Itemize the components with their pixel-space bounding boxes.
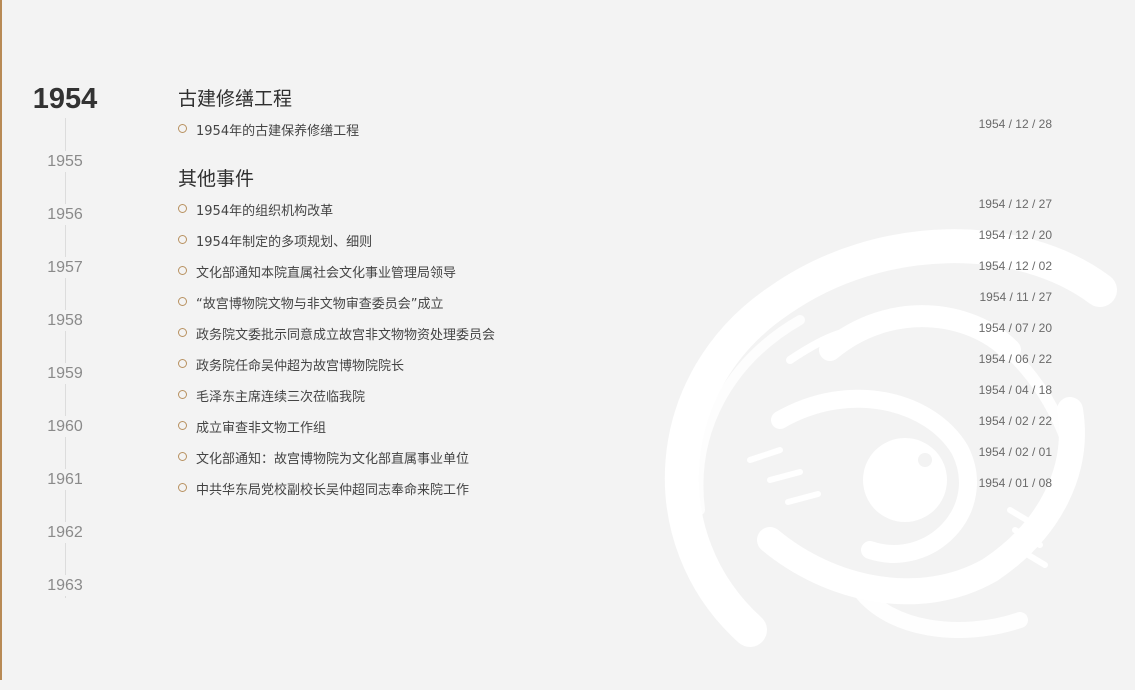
circle-bullet-icon [178,235,187,244]
circle-bullet-icon [178,328,187,337]
year-1961[interactable]: 1961 [0,469,130,490]
event-title[interactable]: “故宫博物院文物与非文物审查委员会”成立 [196,293,443,312]
event-item[interactable]: 政务院任命吴仲超为故宫博物院院长 1954 / 06 / 22 [178,352,1052,375]
event-title[interactable]: 1954年的古建保养修缮工程 [196,120,359,139]
event-date: 1954 / 04 / 18 [978,383,1052,397]
year-1956[interactable]: 1956 [0,204,130,225]
event-date: 1954 / 06 / 22 [978,352,1052,366]
circle-bullet-icon [178,359,187,368]
year-label: 1956 [43,204,87,225]
year-1960[interactable]: 1960 [0,416,130,437]
event-item[interactable]: 政务院文委批示同意成立故宫非文物物资处理委员会 1954 / 07 / 20 [178,321,1052,344]
year-1962[interactable]: 1962 [0,522,130,543]
year-label: 1958 [43,310,87,331]
event-item[interactable]: 1954年制定的多项规划、细则 1954 / 12 / 20 [178,228,1052,251]
event-item[interactable]: 成立审查非文物工作组 1954 / 02 / 22 [178,414,1052,437]
year-label: 1962 [43,522,87,543]
event-date: 1954 / 07 / 20 [978,321,1052,335]
year-1963[interactable]: 1963 [0,575,130,596]
event-item[interactable]: 中共华东局党校副校长吴仲超同志奉命来院工作 1954 / 01 / 08 [178,476,1052,499]
event-item[interactable]: 1954年的组织机构改革 1954 / 12 / 27 [178,197,1052,220]
event-item[interactable]: “故宫博物院文物与非文物审查委员会”成立 1954 / 11 / 27 [178,290,1052,313]
year-1955[interactable]: 1955 [0,151,130,172]
event-item[interactable]: 1954年的古建保养修缮工程 1954 / 12 / 28 [178,117,1052,140]
circle-bullet-icon [178,124,187,133]
circle-bullet-icon [178,204,187,213]
year-1957[interactable]: 1957 [0,257,130,278]
event-title[interactable]: 1954年制定的多项规划、细则 [196,231,372,250]
section-title-building-restoration: 古建修缮工程 [178,88,293,110]
event-date: 1954 / 11 / 27 [979,290,1052,304]
year-label: 1961 [43,469,87,490]
event-date: 1954 / 12 / 20 [978,228,1052,242]
event-item[interactable]: 文化部通知本院直属社会文化事业管理局领导 1954 / 12 / 02 [178,259,1052,282]
event-title[interactable]: 中共华东局党校副校长吴仲超同志奉命来院工作 [196,479,469,498]
circle-bullet-icon [178,390,187,399]
event-date: 1954 / 01 / 08 [978,476,1052,490]
year-label: 1963 [43,575,87,596]
event-item[interactable]: 文化部通知：故宫博物院为文化部直属事业单位 1954 / 02 / 01 [178,445,1052,468]
circle-bullet-icon [178,297,187,306]
event-date: 1954 / 12 / 02 [978,259,1052,273]
circle-bullet-icon [178,483,187,492]
event-item[interactable]: 毛泽东主席连续三次莅临我院 1954 / 04 / 18 [178,383,1052,406]
year-1958[interactable]: 1958 [0,310,130,331]
circle-bullet-icon [178,452,187,461]
year-label: 1957 [43,257,87,278]
event-date: 1954 / 02 / 01 [978,445,1052,459]
event-date: 1954 / 02 / 22 [978,414,1052,428]
event-title[interactable]: 1954年的组织机构改革 [196,200,333,219]
section-title-other-events: 其他事件 [178,168,255,190]
circle-bullet-icon [178,421,187,430]
circle-bullet-icon [178,266,187,275]
event-title[interactable]: 文化部通知本院直属社会文化事业管理局领导 [196,262,456,281]
event-title[interactable]: 成立审查非文物工作组 [196,417,326,436]
event-date: 1954 / 12 / 27 [978,197,1052,211]
year-1959[interactable]: 1959 [0,363,130,384]
event-date: 1954 / 12 / 28 [978,117,1052,131]
event-title[interactable]: 政务院任命吴仲超为故宫博物院院长 [196,355,404,374]
year-label: 1959 [43,363,87,384]
year-label: 1960 [43,416,87,437]
year-label: 1955 [43,151,87,172]
event-title[interactable]: 毛泽东主席连续三次莅临我院 [196,386,365,405]
event-title[interactable]: 政务院文委批示同意成立故宫非文物物资处理委员会 [196,324,495,343]
year-timeline: 1954 1955 1956 1957 1958 1959 1960 1961 … [0,0,130,680]
event-title[interactable]: 文化部通知：故宫博物院为文化部直属事业单位 [196,448,469,467]
year-label: 1954 [28,81,102,117]
year-1954-active[interactable]: 1954 [0,81,130,117]
